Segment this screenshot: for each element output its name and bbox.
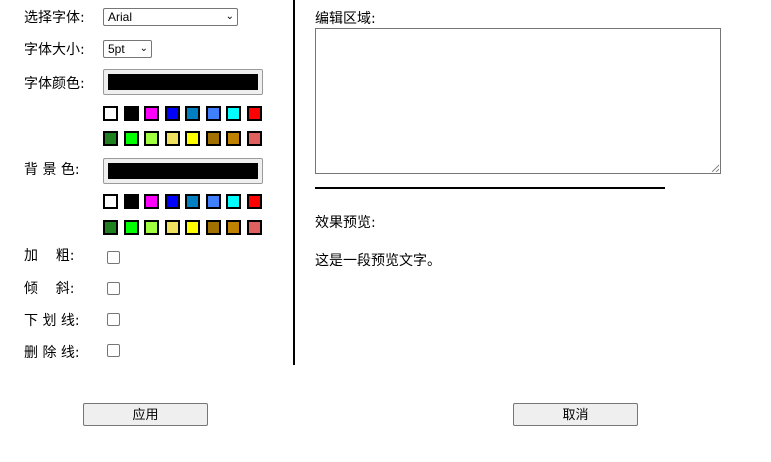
color-swatch[interactable] <box>123 131 139 146</box>
font-select[interactable]: Arial ⌄ <box>103 8 238 26</box>
color-swatch[interactable] <box>164 220 180 235</box>
color-swatch[interactable] <box>123 194 139 209</box>
italic-label: 倾 斜: <box>24 281 75 297</box>
section-divider <box>315 187 665 189</box>
color-swatch[interactable] <box>205 106 221 121</box>
color-swatch[interactable] <box>205 220 221 235</box>
font-label: 选择字体: <box>24 10 85 26</box>
bold-checkbox[interactable] <box>107 251 120 264</box>
strike-label: 删 除 线: <box>24 345 80 361</box>
bold-label: 加 粗: <box>24 248 75 264</box>
chevron-down-icon: ⌄ <box>139 43 148 54</box>
size-select-value: 5pt <box>108 42 125 56</box>
color-swatch[interactable] <box>246 106 262 121</box>
chevron-down-icon: ⌄ <box>225 11 234 22</box>
underline-label: 下 划 线: <box>24 313 80 329</box>
color-swatch[interactable] <box>226 220 241 235</box>
color-swatch[interactable] <box>144 220 159 235</box>
color-swatch[interactable] <box>246 220 262 235</box>
font-color-picker[interactable] <box>103 69 263 95</box>
color-swatch[interactable] <box>144 131 159 146</box>
edit-textarea[interactable] <box>315 28 721 174</box>
color-swatch[interactable] <box>226 106 241 121</box>
color-swatch[interactable] <box>103 220 118 235</box>
color-swatch[interactable] <box>226 194 241 209</box>
color-swatch[interactable] <box>185 106 200 121</box>
color-swatch[interactable] <box>185 131 200 146</box>
bg-color-fill <box>108 163 258 179</box>
color-swatch[interactable] <box>205 194 221 209</box>
panel-divider <box>293 0 295 365</box>
color-swatch[interactable] <box>164 106 180 121</box>
size-select[interactable]: 5pt ⌄ <box>103 40 152 58</box>
color-swatch[interactable] <box>164 131 180 146</box>
edit-area-label: 编辑区域: <box>315 11 376 27</box>
color-swatch[interactable] <box>226 131 241 146</box>
cancel-button[interactable]: 取消 <box>513 403 638 426</box>
color-swatch[interactable] <box>123 106 139 121</box>
color-swatch[interactable] <box>103 106 118 121</box>
size-label: 字体大小: <box>24 42 85 58</box>
color-swatch[interactable] <box>185 194 200 209</box>
underline-checkbox[interactable] <box>107 313 120 326</box>
color-swatch[interactable] <box>103 131 118 146</box>
color-swatch[interactable] <box>205 131 221 146</box>
color-swatch[interactable] <box>246 131 262 146</box>
preview-label: 效果预览: <box>315 215 376 231</box>
color-swatch[interactable] <box>103 194 118 209</box>
bg-color-picker[interactable] <box>103 158 263 184</box>
font-select-value: Arial <box>108 10 133 24</box>
color-swatch[interactable] <box>164 194 180 209</box>
preview-text: 这是一段预览文字。 <box>315 253 441 269</box>
italic-checkbox[interactable] <box>107 282 120 295</box>
color-swatch[interactable] <box>123 220 139 235</box>
resize-grip-icon[interactable] <box>711 164 719 172</box>
color-swatch[interactable] <box>185 220 200 235</box>
bg-color-label: 背 景 色: <box>24 162 80 178</box>
font-color-fill <box>108 74 258 90</box>
font-color-label: 字体颜色: <box>24 76 85 92</box>
apply-button[interactable]: 应用 <box>83 403 208 426</box>
color-swatch[interactable] <box>144 194 159 209</box>
color-swatch[interactable] <box>144 106 159 121</box>
strikethrough-checkbox[interactable] <box>107 344 120 357</box>
color-swatch[interactable] <box>246 194 262 209</box>
